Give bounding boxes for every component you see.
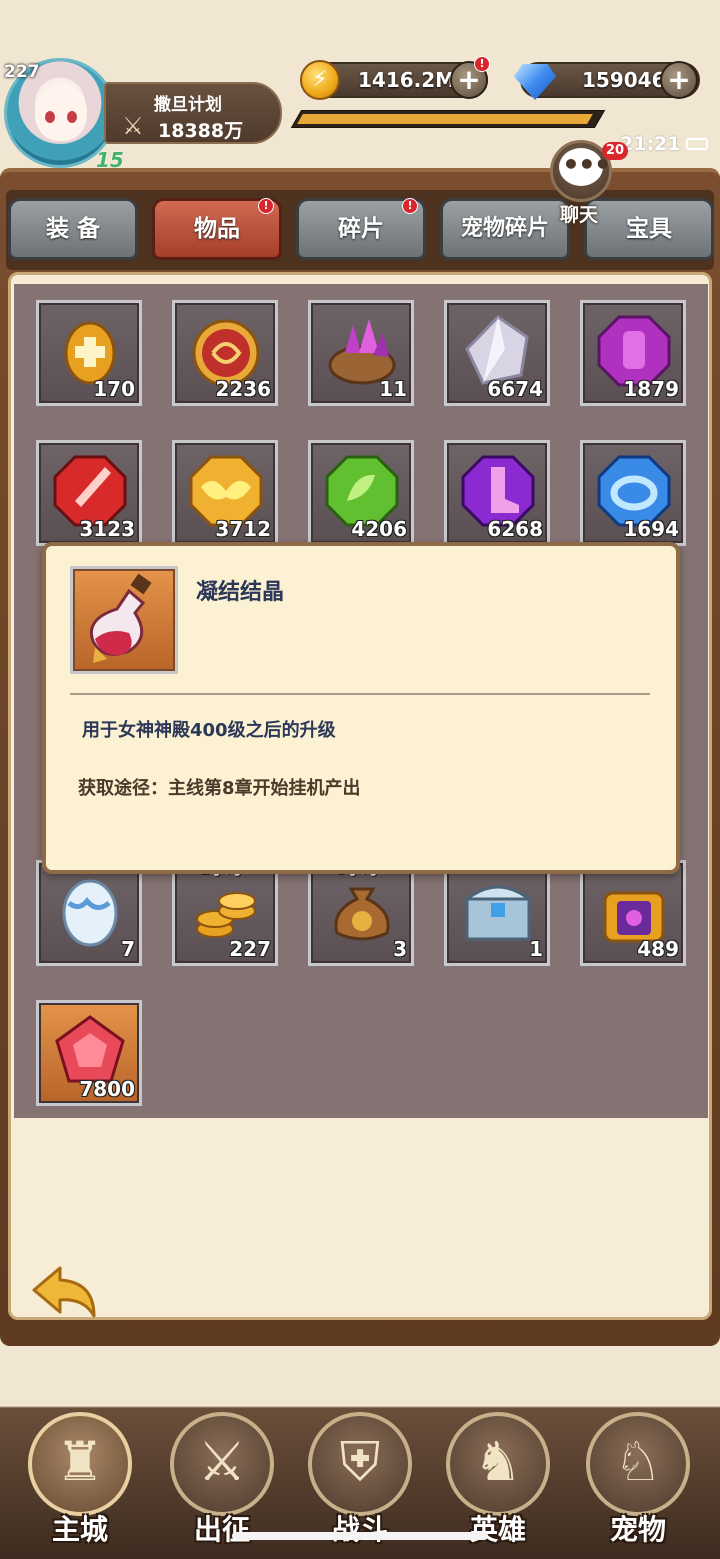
ellipsis-icon: ••• [562, 148, 612, 181]
tooltip-source: 获取途径：主线第8章开始挂机产出 [78, 778, 361, 799]
red-seal-coin-icon [192, 319, 260, 387]
item-quantity: 7800 [79, 1077, 135, 1101]
item-slot[interactable]: 1694 [580, 440, 686, 546]
item-slot[interactable]: 4206 [308, 440, 414, 546]
item-slot[interactable]: 8小时 3 [308, 859, 414, 966]
item-quantity: 170 [93, 377, 135, 401]
nav-label: 出征 [193, 1513, 250, 1546]
item-slot[interactable]: 489 [580, 860, 686, 966]
tab-pet-fragments[interactable]: 宠物碎片 [440, 198, 570, 260]
potion-bottle-icon [90, 573, 152, 663]
nav-label: 战斗 [331, 1513, 388, 1546]
item-slot[interactable]: 6268 [444, 440, 550, 546]
item-quantity: 1879 [623, 377, 679, 401]
item-slot[interactable]: 170 [36, 300, 142, 406]
battery-icon [686, 138, 708, 150]
hooded-hero-icon: ♞ [473, 1430, 523, 1493]
purple-gold-chest-icon [603, 891, 665, 943]
purple-boot-gem-icon [461, 455, 535, 527]
dragon-head-icon: ♘ [613, 1430, 663, 1493]
item-quantity: 3 [393, 937, 407, 961]
gold-coin-icon: ⚡ [300, 60, 340, 100]
item-slot[interactable]: 7 [36, 860, 142, 966]
silver-chest-icon [462, 885, 534, 941]
blue-egg-icon [62, 879, 118, 947]
avatar-eye-left [45, 111, 55, 123]
item-quantity: 11 [379, 377, 407, 401]
tooltip-title: 凝结结晶 [196, 580, 285, 605]
nav-label: 英雄 [469, 1513, 526, 1546]
tooltip-item-frame [70, 566, 178, 674]
nav-label: 宠物 [609, 1513, 666, 1546]
item-slot[interactable]: 1879 [580, 300, 686, 406]
player-power: 18388万 [158, 120, 244, 142]
red-sword-gem-icon [53, 455, 127, 527]
item-quantity: 1694 [623, 517, 679, 541]
status-clock: 21:21 [620, 133, 681, 155]
nav-heroes[interactable]: ♞ 英雄 [442, 1412, 552, 1552]
tab-equipment[interactable]: 装 备 [8, 198, 138, 260]
nav-label: 主城 [51, 1513, 108, 1546]
item-quantity: 3712 [215, 517, 271, 541]
red-pentagon-gem-icon [55, 1015, 125, 1083]
item-quantity: 7 [121, 937, 135, 961]
gold-amount: 1416.2M [358, 68, 456, 92]
nav-pets[interactable]: ♘ 宠物 [582, 1412, 692, 1552]
tooltip-divider [70, 693, 650, 695]
shield-emblem-icon: ⛨ [339, 1430, 381, 1493]
back-arrow-icon[interactable] [28, 1262, 104, 1322]
purple-crystal-bag-icon [328, 319, 396, 385]
item-quantity: 6674 [487, 377, 543, 401]
item-slot[interactable]: 1 [444, 860, 550, 966]
tab-treasures[interactable]: 宝具 [584, 198, 714, 260]
avatar-eye-right [67, 111, 77, 123]
gold-alert-badge: ! [474, 56, 490, 72]
item-quantity: 6268 [487, 517, 543, 541]
exp-bar-fill [297, 114, 593, 124]
item-quantity: 4206 [351, 517, 407, 541]
purple-armor-gem-icon [597, 315, 671, 387]
item-quantity: 227 [229, 937, 271, 961]
gem-amount: 159046 [582, 68, 666, 92]
blue-ring-gem-icon [597, 455, 671, 527]
add-gems-button[interactable]: + [660, 61, 698, 99]
avatar-face [35, 83, 87, 141]
chat-label: 聊天 [560, 204, 599, 226]
item-slot[interactable]: 11 [308, 300, 414, 406]
castle-tower-icon: ♜ [55, 1430, 105, 1493]
item-quantity: 2236 [215, 377, 271, 401]
chat-unread-badge: 20 [602, 142, 628, 160]
item-slot[interactable]: 2236 [172, 300, 278, 406]
item-slot[interactable]: 3123 [36, 440, 142, 546]
item-quantity: 3123 [79, 517, 135, 541]
tab-fragments-alert-badge: ! [402, 198, 418, 214]
crossed-swords-icon: ⚔ [197, 1430, 247, 1493]
player-level: 227 [4, 62, 40, 82]
nav-main-city[interactable]: ♜ 主城 [24, 1412, 134, 1552]
green-armor-gem-icon [325, 455, 399, 527]
home-indicator[interactable] [232, 1532, 488, 1540]
coin-bag-icon [334, 887, 390, 941]
item-slot[interactable]: 7800 [36, 1000, 142, 1106]
golden-egg-icon [64, 321, 116, 385]
item-slot[interactable]: 6674 [444, 300, 550, 406]
nav-battle[interactable]: ⛨ 战斗 [304, 1412, 414, 1552]
tab-items-alert-badge: ! [258, 198, 274, 214]
crossed-swords-power-icon: ⚔ [122, 112, 144, 140]
player-name: 撒旦计划 [154, 95, 222, 115]
tooltip-description: 用于女神神殿400级之后的升级 [82, 720, 336, 741]
nav-expedition[interactable]: ⚔ 出征 [166, 1412, 276, 1552]
item-slot[interactable]: 3712 [172, 440, 278, 546]
item-quantity: 1 [529, 937, 543, 961]
item-quantity: 489 [637, 937, 679, 961]
item-slot[interactable]: 2小时 227 [172, 859, 278, 966]
gold-wings-gem-icon [189, 455, 263, 527]
white-crystal-icon [465, 315, 529, 385]
gold-coins-icon [196, 892, 256, 938]
